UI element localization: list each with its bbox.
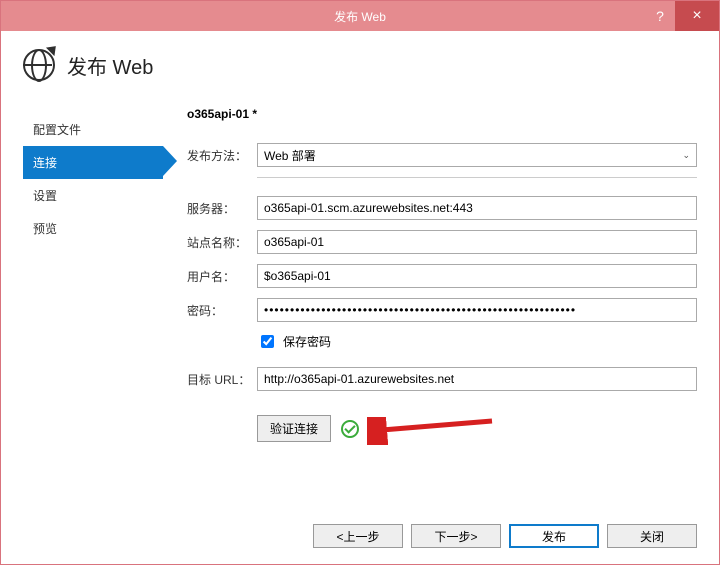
prev-button[interactable]: <上一步	[313, 524, 403, 548]
publish-method-row: 发布方法： Web 部署 ⌄	[187, 143, 697, 167]
publish-method-value: Web 部署	[264, 147, 316, 164]
chevron-down-icon: ⌄	[682, 150, 690, 161]
server-row: 服务器：	[187, 196, 697, 220]
user-row: 用户名：	[187, 264, 697, 288]
dialog-title: 发布 Web	[67, 51, 153, 80]
close-button[interactable]: 关闭	[607, 524, 697, 548]
password-row: 密码：	[187, 298, 697, 322]
target-url-row: 目标 URL：	[187, 367, 697, 391]
connection-panel: o365api-01 * 发布方法： Web 部署 ⌄ 服务器： 站点名称	[187, 99, 697, 504]
server-label: 服务器：	[187, 200, 257, 217]
server-input[interactable]	[257, 196, 697, 220]
password-input[interactable]	[257, 298, 697, 322]
save-password-row: 保存密码	[257, 332, 697, 351]
window-title: 发布 Web	[334, 8, 386, 25]
close-window-button[interactable]: ×	[675, 1, 719, 31]
next-button[interactable]: 下一步>	[411, 524, 501, 548]
divider	[257, 177, 697, 178]
publish-button[interactable]: 发布	[509, 524, 599, 548]
site-row: 站点名称：	[187, 230, 697, 254]
site-label: 站点名称：	[187, 234, 257, 251]
check-success-icon	[341, 420, 359, 438]
validate-row: 验证连接	[257, 415, 697, 442]
password-label: 密码：	[187, 302, 257, 319]
annotation-arrow-icon	[367, 417, 497, 445]
save-password-checkbox[interactable]	[261, 335, 274, 348]
globe-publish-icon	[23, 49, 55, 81]
step-profile[interactable]: 配置文件	[23, 113, 163, 146]
step-preview[interactable]: 预览	[23, 212, 163, 245]
titlebar: 发布 Web ? ×	[1, 1, 719, 31]
target-url-label: 目标 URL：	[187, 371, 257, 388]
help-button[interactable]: ?	[645, 1, 675, 31]
save-password-label: 保存密码	[283, 333, 331, 350]
dialog-body: 配置文件 连接 设置 预览 o365api-01 * 发布方法： Web 部署 …	[1, 89, 719, 512]
step-settings[interactable]: 设置	[23, 179, 163, 212]
window-controls: ? ×	[645, 1, 719, 31]
dialog-header: 发布 Web	[1, 31, 719, 89]
site-input[interactable]	[257, 230, 697, 254]
publish-method-select[interactable]: Web 部署 ⌄	[257, 143, 697, 167]
publish-method-label: 发布方法：	[187, 147, 257, 164]
step-connection[interactable]: 连接	[23, 146, 163, 179]
validate-connection-button[interactable]: 验证连接	[257, 415, 331, 442]
user-label: 用户名：	[187, 268, 257, 285]
user-input[interactable]	[257, 264, 697, 288]
profile-name: o365api-01 *	[187, 107, 697, 121]
dialog-footer: <上一步 下一步> 发布 关闭	[1, 512, 719, 564]
wizard-steps: 配置文件 连接 设置 预览	[23, 99, 163, 504]
publish-web-dialog: 发布 Web ? × 发布 Web 配置文件 连接 设置 预览 o365api-…	[0, 0, 720, 565]
target-url-input[interactable]	[257, 367, 697, 391]
